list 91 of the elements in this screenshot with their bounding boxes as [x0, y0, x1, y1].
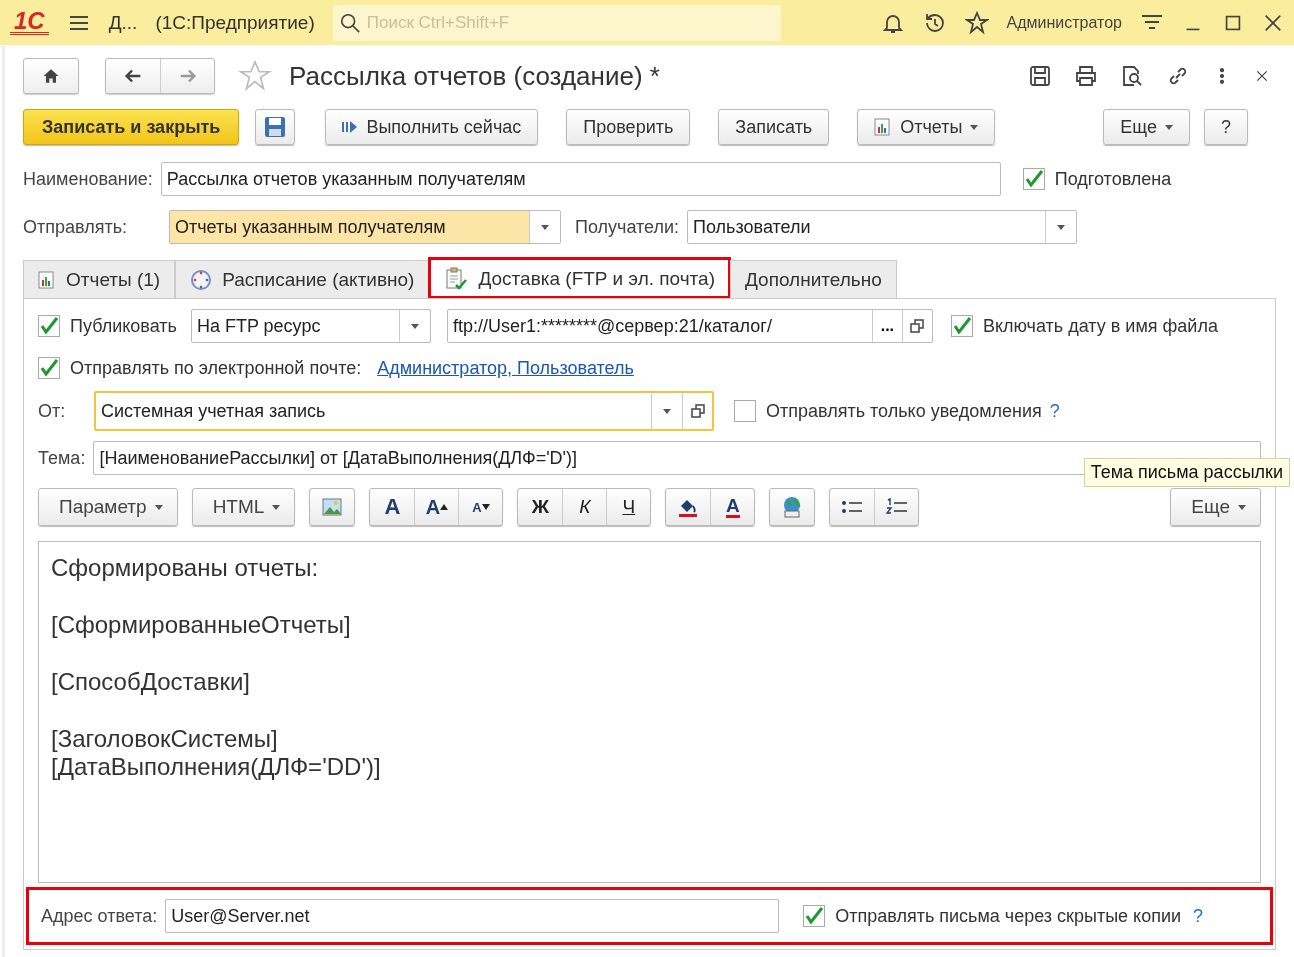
- toolbar-button[interactable]: ?: [1204, 109, 1248, 145]
- more-button[interactable]: Еще: [1103, 109, 1190, 145]
- clipboard-check-icon: [444, 266, 469, 291]
- field-label: От:: [38, 400, 67, 422]
- format-button[interactable]: A: [370, 489, 415, 525]
- caret-icon: [154, 504, 163, 510]
- checkbox-label: Отправлять только уведомления: [766, 400, 1042, 422]
- save-and-close-button[interactable]: Записать и закрыть: [23, 109, 240, 145]
- home-button[interactable]: [23, 58, 79, 94]
- ftp-path-field[interactable]: ftp://User1:********@сервер:21/каталог/ ...: [446, 309, 933, 343]
- field-label: Получатели:: [575, 216, 680, 238]
- text-line: [ДатаВыполнения(ДЛФ='DD')]: [51, 753, 382, 781]
- chart-icon: [38, 270, 56, 289]
- app-logo[interactable]: 1С: [10, 10, 49, 35]
- help-link[interactable]: ?: [1193, 905, 1204, 927]
- format-button[interactable]: A: [458, 489, 503, 525]
- text-line: [СпособДоставки]: [51, 668, 251, 696]
- star-icon[interactable]: [964, 10, 989, 35]
- arrow-up-icon: [440, 504, 449, 510]
- tab[interactable]: Дополнительно: [730, 260, 897, 298]
- select-button[interactable]: ...: [871, 310, 902, 342]
- arrow-down-icon: [481, 504, 490, 510]
- dropdown-button[interactable]: Еще: [1171, 489, 1260, 525]
- picture-icon: [322, 498, 343, 516]
- close-icon[interactable]: [1254, 68, 1270, 84]
- checkbox[interactable]: [1022, 168, 1045, 190]
- caret-icon: [1057, 224, 1066, 230]
- open-window-icon: [910, 319, 925, 333]
- caret-icon: [541, 224, 549, 230]
- text-line: Сформированы отчеты:: [51, 554, 320, 582]
- checkbox-label: Подготовлена: [1054, 168, 1172, 190]
- dropdown-button[interactable]: Параметр: [39, 489, 177, 525]
- caret-icon: [1165, 124, 1173, 130]
- favorite-star-icon[interactable]: [237, 59, 273, 93]
- open-window-icon: [690, 404, 705, 418]
- caret-icon: [272, 504, 281, 510]
- play-icon: [342, 120, 359, 134]
- format-button[interactable]: A: [414, 489, 459, 525]
- format-button[interactable]: Ж: [518, 489, 563, 525]
- caret-icon: [1238, 504, 1246, 510]
- checkbox[interactable]: [803, 905, 826, 927]
- toolbar-button[interactable]: Записать: [718, 109, 830, 145]
- checkbox[interactable]: [38, 315, 60, 337]
- print-icon[interactable]: [1074, 64, 1098, 88]
- checkbox[interactable]: [734, 400, 756, 422]
- tab[interactable]: Расписание (активно): [175, 260, 430, 298]
- form-title: Рассылка отчетов (создание) *: [289, 60, 661, 92]
- preview-icon[interactable]: [1120, 64, 1144, 88]
- checkbox-label: Отправлять по электронной почте:: [70, 357, 362, 379]
- checkbox[interactable]: [38, 357, 60, 379]
- help-link[interactable]: ?: [1049, 400, 1060, 422]
- app-name: (1С:Предприятие): [155, 11, 315, 34]
- field-label: Отправлять:: [23, 216, 129, 238]
- field-label: Наименование:: [23, 168, 153, 190]
- save-button[interactable]: [255, 109, 296, 145]
- from-account-dropdown[interactable]: Системная учетная запись: [94, 391, 714, 431]
- bulleted-list-icon: [841, 499, 864, 515]
- caret-icon: [410, 323, 419, 329]
- caret-icon: [970, 124, 979, 130]
- search-icon: [338, 11, 361, 34]
- chart-icon: [874, 118, 893, 136]
- save-icon[interactable]: [1028, 64, 1052, 88]
- numbered-list-icon: [885, 498, 908, 516]
- name-field[interactable]: Рассылка отчетов указанным получателям: [160, 162, 1001, 196]
- tooltip: Тема письма рассылки: [1083, 458, 1290, 487]
- recipients-link[interactable]: Администратор, Пользователь: [377, 357, 634, 379]
- send-dropdown[interactable]: Отчеты указанным получателям: [169, 210, 561, 244]
- text-line: [ЗаголовокСистемы]: [51, 725, 279, 753]
- reports-button[interactable]: Отчеты: [857, 109, 996, 145]
- text-line: [СформированныеОтчеты]: [51, 611, 352, 639]
- recipients-dropdown[interactable]: Пользователи: [687, 210, 1078, 244]
- toolbar-button[interactable]: Проверить: [566, 109, 691, 145]
- run-now-button[interactable]: Выполнить сейчас: [325, 109, 539, 145]
- publish-method-dropdown[interactable]: На FTP ресурс: [190, 309, 431, 343]
- checkbox-label: Отправлять письма через скрытые копии: [835, 905, 1182, 927]
- user-name[interactable]: Администратор: [1006, 13, 1122, 32]
- checkbox-label: Публиковать: [70, 315, 177, 337]
- checkbox[interactable]: [950, 315, 973, 337]
- tab[interactable]: Отчеты (1): [23, 260, 176, 298]
- clock-icon: [190, 268, 213, 291]
- dropdown-button[interactable]: HTML: [192, 489, 295, 525]
- field-label: Тема:: [38, 447, 86, 469]
- reply-address-field[interactable]: User@Server.net: [165, 899, 780, 933]
- tab[interactable]: Доставка (FTP и эл. почта): [429, 258, 730, 298]
- format-button[interactable]: Ч: [606, 489, 651, 525]
- section-title[interactable]: Д...: [108, 11, 138, 34]
- caret-icon: [663, 408, 671, 414]
- format-button[interactable]: К: [562, 489, 607, 525]
- message-editor[interactable]: Сформированы отчеты: [СформированныеОтчеты] [СпособДоставки] [ЗаголовокСистемы] [ДатаВыполнения(ДЛФ='DD')]: [38, 541, 1261, 883]
- checkbox-label: Включать дату в имя файла: [982, 315, 1218, 337]
- field-label: Адрес ответа:: [41, 905, 158, 927]
